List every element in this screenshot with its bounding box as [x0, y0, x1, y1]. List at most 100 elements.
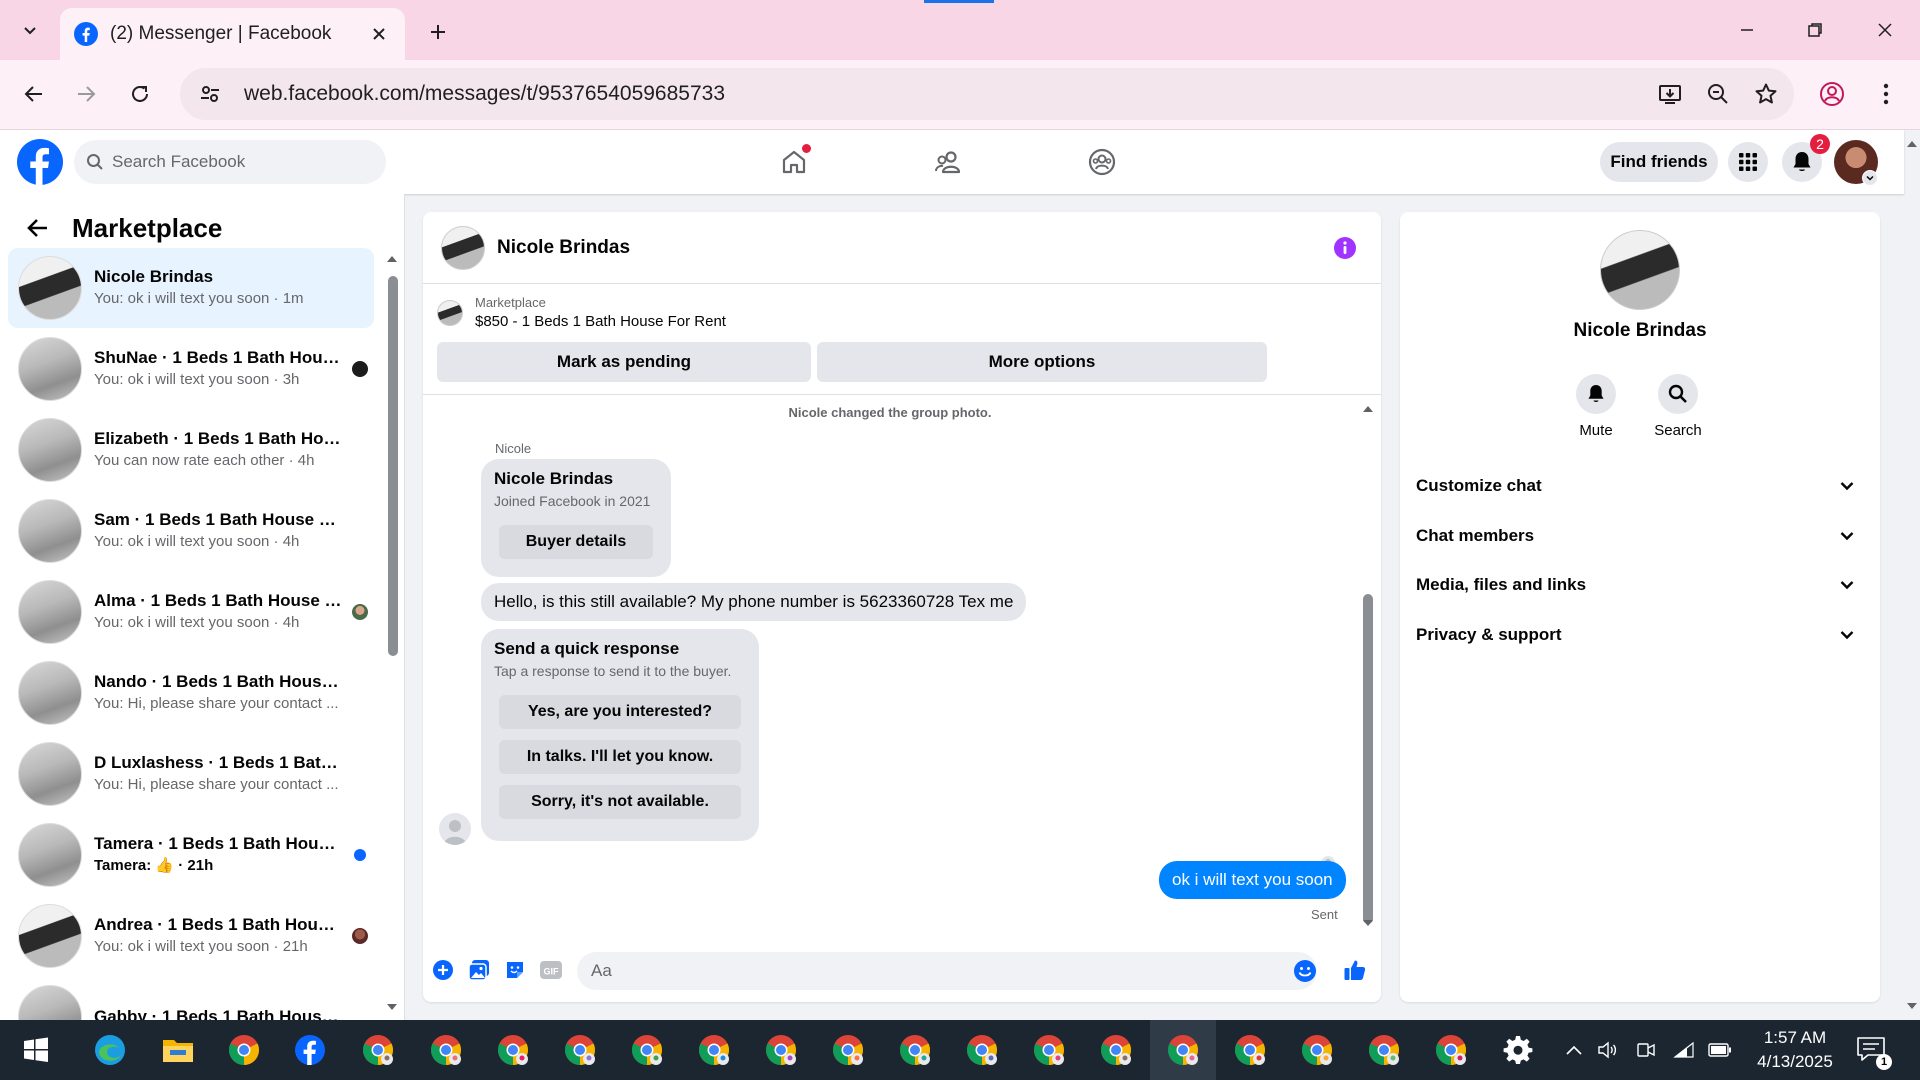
reload-icon[interactable] [120, 74, 160, 114]
chrome-profile-window-icon[interactable] [627, 1030, 667, 1070]
quick-reply-button[interactable]: In talks. I'll let you know. [499, 740, 741, 774]
avatar[interactable] [441, 225, 485, 270]
zoom-icon[interactable] [1698, 74, 1738, 114]
media-files-links-section[interactable]: Media, files and links [1416, 563, 1864, 607]
facebook-taskbar-icon[interactable] [290, 1030, 330, 1070]
chrome-profile-window-icon[interactable] [1297, 1030, 1337, 1070]
chrome-profile-icon[interactable] [1812, 74, 1852, 114]
close-window-icon[interactable] [1862, 12, 1908, 48]
conversation-item[interactable]: Sam · 1 Beds 1 Bath House For ... You: o… [8, 491, 374, 571]
tray-expand-chevron-icon[interactable] [1562, 1038, 1586, 1062]
chrome-profile-window-icon[interactable] [1096, 1030, 1136, 1070]
chrome-profile-window-icon[interactable] [761, 1030, 801, 1070]
chrome-profile-window-icon[interactable] [1029, 1030, 1069, 1070]
mark-as-pending-button[interactable]: Mark as pending [437, 342, 811, 382]
windows-start-icon[interactable] [16, 1030, 56, 1070]
quick-reply-button[interactable]: Yes, are you interested? [499, 695, 741, 729]
chrome-profile-window-icon[interactable] [962, 1030, 1002, 1070]
chrome-menu-dots-icon[interactable] [1866, 74, 1906, 114]
page-scroll-down-icon[interactable] [1904, 998, 1920, 1014]
nav-home[interactable] [770, 138, 818, 186]
info-contact-name[interactable]: Nicole Brindas [1400, 320, 1880, 342]
conversation-item[interactable]: Andrea · 1 Beds 1 Bath House... You: ok … [8, 896, 374, 976]
avatar[interactable] [1600, 230, 1680, 310]
battery-icon[interactable] [1708, 1038, 1732, 1062]
nav-friends[interactable] [924, 138, 972, 186]
sticker-icon[interactable] [501, 956, 529, 984]
bookmark-star-icon[interactable] [1746, 74, 1786, 114]
find-friends-button[interactable]: Find friends [1600, 142, 1718, 182]
thread-scroll-down-icon[interactable] [1361, 916, 1375, 930]
site-settings-tune-icon[interactable] [192, 76, 228, 112]
back-arrow-icon[interactable] [14, 74, 54, 114]
nav-groups[interactable] [1078, 138, 1126, 186]
install-app-icon[interactable] [1650, 74, 1690, 114]
file-explorer-icon[interactable] [158, 1030, 198, 1070]
quick-reply-button[interactable]: Sorry, it's not available. [499, 785, 741, 819]
sidebar-scroll-up-icon[interactable] [385, 252, 399, 266]
chat-contact-name[interactable]: Nicole Brindas [497, 237, 630, 259]
conversation-item[interactable]: Gabby · 1 Beds 1 Bath House Fo... [8, 977, 374, 1020]
customize-chat-section[interactable]: Customize chat [1416, 464, 1864, 508]
conversation-item[interactable]: Nicole Brindas You: ok i will text you s… [8, 248, 374, 328]
volume-icon[interactable] [1596, 1038, 1620, 1062]
chrome-profile-window-icon[interactable] [358, 1030, 398, 1070]
bell-icon[interactable] [1576, 374, 1616, 414]
facebook-search-box[interactable]: Search Facebook [74, 140, 386, 184]
menu-grid-icon[interactable] [1728, 142, 1768, 182]
page-scroll-up-icon[interactable] [1904, 136, 1920, 152]
chat-members-section[interactable]: Chat members [1416, 514, 1864, 558]
meet-now-icon[interactable] [1634, 1038, 1658, 1062]
conversation-item[interactable]: Nando · 1 Beds 1 Bath House Fo... You: H… [8, 653, 374, 733]
conversation-item[interactable]: Elizabeth · 1 Beds 1 Bath House ... You … [8, 410, 374, 490]
address-bar[interactable]: web.facebook.com/messages/t/953765405968… [180, 68, 1794, 120]
url-text[interactable]: web.facebook.com/messages/t/953765405968… [244, 82, 1650, 106]
conversation-item[interactable]: ShuNae · 1 Beds 1 Bath Hous... You: ok i… [8, 329, 374, 409]
chrome-profile-window-icon[interactable] [1230, 1030, 1270, 1070]
chrome-profile-window-icon-active[interactable] [1163, 1030, 1203, 1070]
conversation-item[interactable]: Tamera · 1 Beds 1 Bath House ... Tamera:… [8, 815, 374, 895]
info-icon[interactable] [1333, 236, 1357, 260]
facebook-logo-icon[interactable] [16, 138, 64, 186]
search-action[interactable]: Search [1638, 374, 1718, 439]
emoji-icon[interactable] [1293, 959, 1317, 983]
chrome-profile-window-icon[interactable] [493, 1030, 533, 1070]
tab-search-chevron-icon[interactable] [14, 14, 46, 46]
edge-icon[interactable] [90, 1030, 130, 1070]
restore-window-icon[interactable] [1792, 12, 1838, 48]
sidebar-scroll-down-icon[interactable] [385, 1000, 399, 1014]
photo-icon[interactable] [465, 956, 493, 984]
chrome-profile-window-icon[interactable] [828, 1030, 868, 1070]
close-tab-icon[interactable] [367, 22, 391, 46]
new-tab-plus-icon[interactable] [422, 16, 454, 48]
browser-tab-messenger[interactable]: (2) Messenger | Facebook [60, 8, 405, 60]
chrome-profile-window-icon[interactable] [426, 1030, 466, 1070]
settings-gear-icon[interactable] [1498, 1030, 1538, 1070]
message-input[interactable] [577, 952, 1317, 990]
chrome-profile-window-icon[interactable] [895, 1030, 935, 1070]
chrome-profile-window-icon[interactable] [1431, 1030, 1471, 1070]
plus-circle-icon[interactable] [429, 956, 457, 984]
chrome-profile-window-icon[interactable] [560, 1030, 600, 1070]
account-chevron-icon[interactable] [1862, 170, 1878, 186]
chrome-profile-window-icon[interactable] [1364, 1030, 1404, 1070]
back-arrow-icon[interactable] [20, 210, 56, 246]
search-icon[interactable] [1658, 374, 1698, 414]
wifi-icon[interactable] [1672, 1038, 1696, 1062]
chrome-profile-window-icon[interactable] [694, 1030, 734, 1070]
privacy-support-section[interactable]: Privacy & support [1416, 613, 1864, 657]
buyer-details-button[interactable]: Buyer details [499, 525, 653, 559]
taskbar-clock[interactable]: 1:57 AM 4/13/2025 [1740, 1026, 1850, 1074]
chrome-taskbar-icon[interactable] [224, 1030, 264, 1070]
gif-icon[interactable]: GIF [537, 956, 565, 984]
thread-scroll-up-icon[interactable] [1361, 402, 1375, 416]
minimize-window-icon[interactable] [1724, 12, 1770, 48]
sidebar-scrollbar[interactable] [388, 276, 398, 656]
conversation-item[interactable]: D Luxlashess · 1 Beds 1 Bath Ho... You: … [8, 734, 374, 814]
marketplace-listing[interactable]: Marketplace $850 - 1 Beds 1 Bath House F… [437, 294, 726, 332]
conversation-item[interactable]: Alma · 1 Beds 1 Bath House F... You: ok … [8, 572, 374, 652]
more-options-button[interactable]: More options [817, 342, 1267, 382]
thread-scrollbar[interactable] [1363, 594, 1373, 924]
forward-arrow-icon[interactable] [66, 74, 106, 114]
mute-action[interactable]: Mute [1556, 374, 1636, 439]
